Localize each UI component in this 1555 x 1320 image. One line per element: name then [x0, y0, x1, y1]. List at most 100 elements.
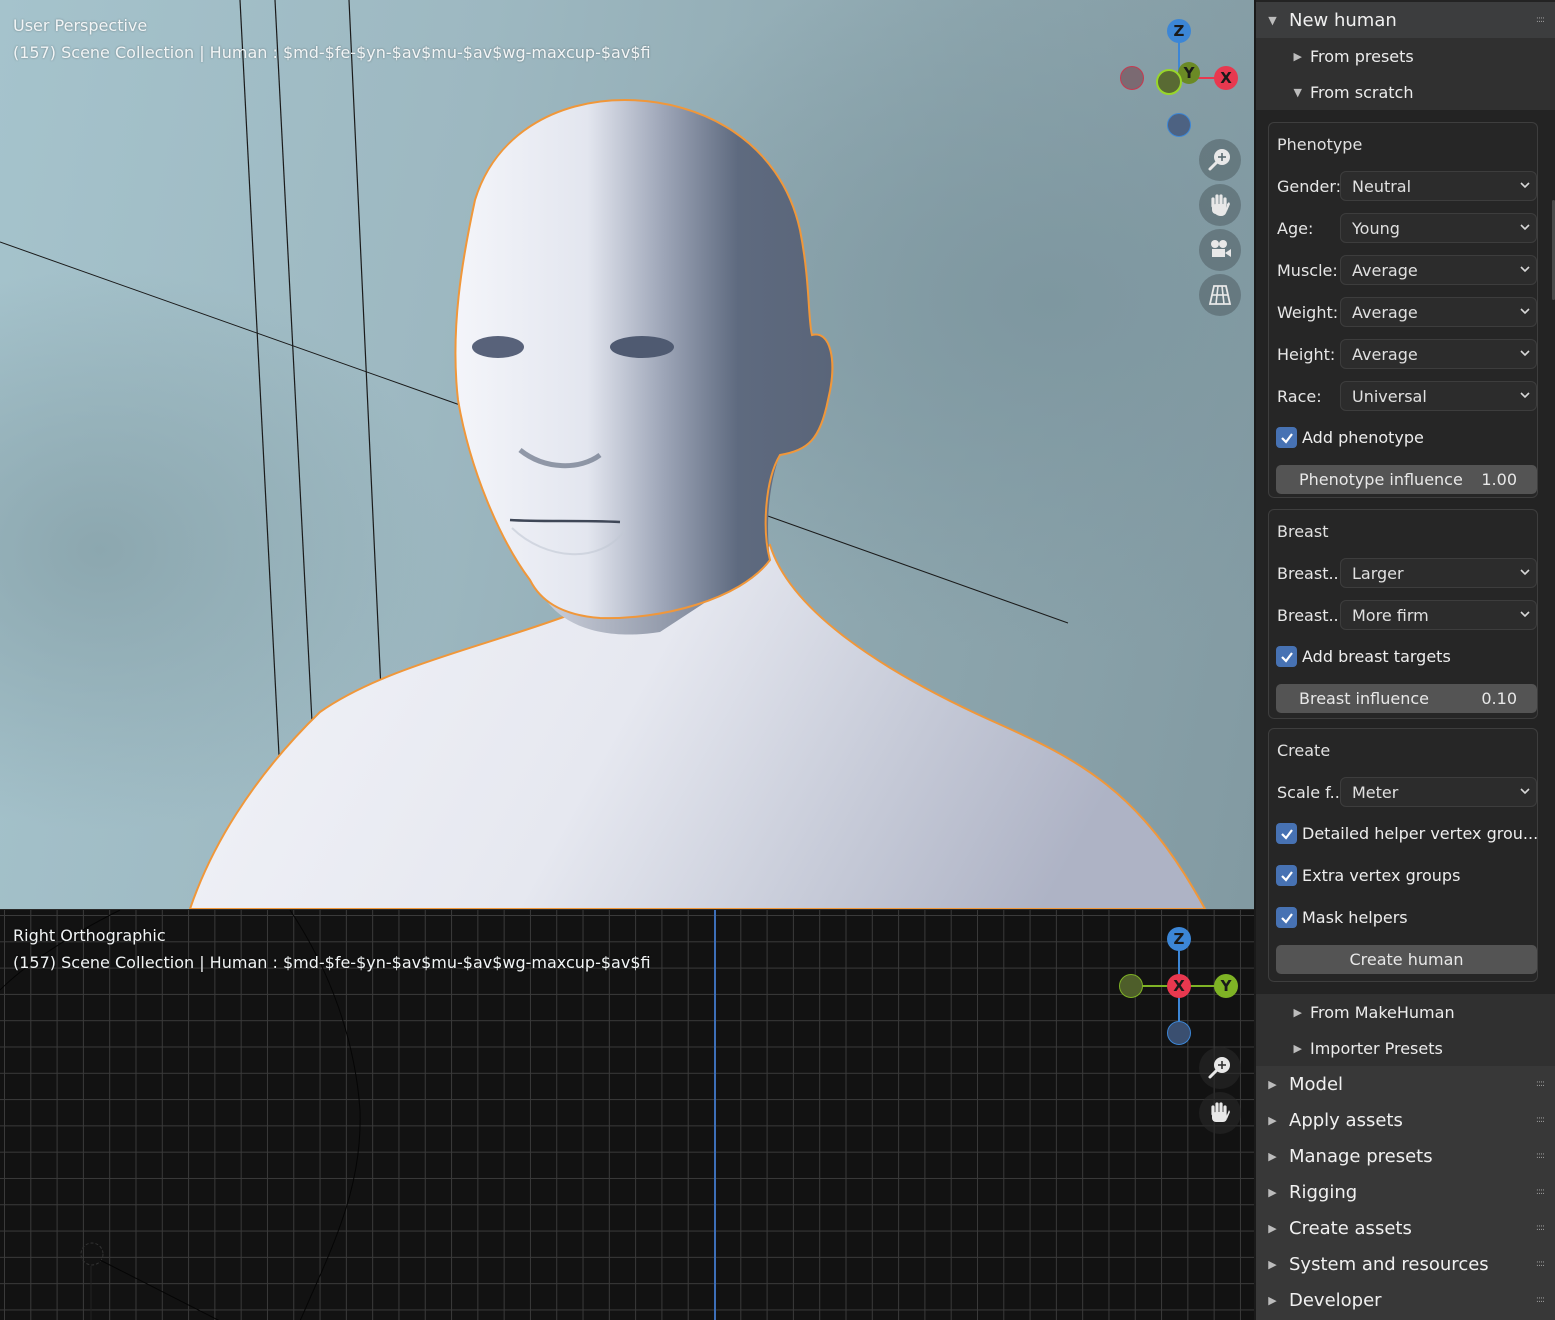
chevron-down-icon: [1520, 788, 1530, 795]
weight-label: Weight:: [1277, 303, 1339, 322]
add-phenotype-checkbox[interactable]: Add phenotype: [1276, 427, 1424, 448]
checkmark-icon[interactable]: [1276, 865, 1297, 886]
gender-label: Gender:: [1277, 177, 1342, 196]
checkmark-icon[interactable]: [1276, 907, 1297, 928]
gizmo-y-ball[interactable]: Y: [1214, 974, 1238, 998]
mouth: [509, 518, 621, 524]
panel-apply-assets[interactable]: ▶ Apply assets ::::: [1256, 1102, 1555, 1138]
pan-button[interactable]: [1199, 184, 1241, 226]
panel-new-human[interactable]: ▼ New human ::::: [1256, 2, 1555, 38]
human-head: [454, 98, 834, 620]
light-object: [80, 1242, 104, 1266]
zoom-icon: [1208, 149, 1230, 171]
race-dropdown[interactable]: Universal: [1340, 381, 1537, 411]
toggle-perspective-button[interactable]: [1199, 274, 1241, 316]
pan-hand-icon: [1211, 194, 1230, 216]
subpanel-from-presets[interactable]: ▶ From presets: [1256, 38, 1555, 74]
height-dropdown[interactable]: Average: [1340, 339, 1537, 369]
panel-rigging[interactable]: ▶ Rigging ::::: [1256, 1174, 1555, 1210]
panel-system-and-resources[interactable]: ▶ System and resources ::::: [1256, 1246, 1555, 1282]
subpanel-title: From presets: [1310, 46, 1414, 66]
left-eye: [472, 336, 524, 358]
slider-label: Breast influence: [1299, 689, 1429, 708]
weight-dropdown[interactable]: Average: [1340, 297, 1537, 327]
age-dropdown[interactable]: Young: [1340, 213, 1537, 243]
chevron-down-icon: [1520, 611, 1530, 618]
checkmark-icon[interactable]: [1276, 646, 1297, 667]
view-name-label: User Perspective: [13, 16, 148, 35]
gizmo-neg-z-ball[interactable]: [1167, 1021, 1191, 1045]
pan-button[interactable]: [1199, 1092, 1241, 1134]
navigation-gizmo[interactable]: Y Z X: [1115, 18, 1245, 143]
dropdown-value: Average: [1352, 302, 1418, 322]
chevron-down-icon: [1520, 266, 1530, 273]
checkmark-icon[interactable]: [1276, 427, 1297, 448]
scale-factor-dropdown[interactable]: Meter: [1340, 777, 1537, 807]
viewport-right-orthographic[interactable]: Right Orthographic (157) Scene Collectio…: [0, 909, 1254, 1320]
detailed-helper-vertex-groups-checkbox[interactable]: Detailed helper vertex grou...: [1276, 823, 1538, 844]
age-label: Age:: [1277, 219, 1314, 238]
pan-hand-icon: [1211, 1102, 1230, 1122]
breast-firmness-dropdown[interactable]: More firm: [1340, 600, 1537, 630]
subpanel-importer-presets[interactable]: ▶ Importer Presets: [1256, 1030, 1555, 1066]
panel-manage-presets[interactable]: ▶ Manage presets ::::: [1256, 1138, 1555, 1174]
gizmo-neg-y-ball[interactable]: [1156, 69, 1182, 95]
panel-model[interactable]: ▶ Model ::::: [1256, 1066, 1555, 1102]
phenotype-influence-slider[interactable]: Phenotype influence 1.00: [1276, 465, 1537, 494]
panel-developer[interactable]: ▶ Developer ::::: [1256, 1282, 1555, 1318]
drag-grip-icon[interactable]: ::::: [1525, 1296, 1555, 1305]
view-name-label: Right Orthographic: [13, 926, 166, 945]
gizmo-z-ball[interactable]: Z: [1167, 927, 1191, 951]
muscle-dropdown[interactable]: Average: [1340, 255, 1537, 285]
object-info-label: (157) Scene Collection | Human : $md-$fe…: [13, 43, 651, 62]
triangle-right-icon: ▶: [1268, 1221, 1277, 1235]
gizmo-neg-z-ball[interactable]: [1167, 113, 1191, 137]
panel-title: New human: [1289, 9, 1397, 31]
drag-grip-icon[interactable]: ::::: [1525, 1260, 1555, 1269]
slider-label: Phenotype influence: [1299, 470, 1463, 489]
drag-grip-icon[interactable]: ::::: [1525, 16, 1555, 25]
subpanel-from-makehuman[interactable]: ▶ From MakeHuman: [1256, 994, 1555, 1030]
dropdown-value: More firm: [1352, 605, 1429, 625]
checkbox-label: Mask helpers: [1302, 908, 1408, 927]
viewport-user-perspective[interactable]: User Perspective (157) Scene Collection …: [0, 0, 1254, 909]
breast-size-label: Breast...: [1277, 564, 1344, 583]
gizmo-neg-y-ball[interactable]: [1119, 974, 1143, 998]
create-title: Create: [1277, 741, 1331, 760]
add-breast-targets-checkbox[interactable]: Add breast targets: [1276, 646, 1451, 667]
subpanel-from-scratch[interactable]: ▼ From scratch: [1256, 74, 1555, 110]
triangle-right-icon: ▶: [1293, 1041, 1302, 1055]
race-label: Race:: [1277, 387, 1322, 406]
gizmo-x-ball[interactable]: X: [1167, 974, 1191, 998]
zoom-button[interactable]: [1199, 1047, 1241, 1089]
dropdown-value: Meter: [1352, 782, 1399, 802]
drag-grip-icon[interactable]: ::::: [1525, 1116, 1555, 1125]
breast-size-dropdown[interactable]: Larger: [1340, 558, 1537, 588]
extra-vertex-groups-checkbox[interactable]: Extra vertex groups: [1276, 865, 1460, 886]
triangle-right-icon: ▶: [1268, 1113, 1277, 1127]
gender-dropdown[interactable]: Neutral: [1340, 171, 1537, 201]
drag-grip-icon[interactable]: ::::: [1525, 1080, 1555, 1089]
gizmo-z-ball[interactable]: Z: [1167, 19, 1191, 43]
chevron-down-icon: [1520, 308, 1530, 315]
camera-view-button[interactable]: [1199, 229, 1241, 271]
dropdown-value: Average: [1352, 344, 1418, 364]
panel-title: Manage presets: [1289, 1145, 1433, 1167]
height-label: Height:: [1277, 345, 1336, 364]
create-human-button[interactable]: Create human: [1276, 945, 1537, 974]
drag-grip-icon[interactable]: ::::: [1525, 1188, 1555, 1197]
panel-title: System and resources: [1289, 1253, 1489, 1275]
gizmo-neg-x-ball[interactable]: [1120, 66, 1144, 90]
navigation-gizmo[interactable]: Z X Y: [1115, 926, 1245, 1051]
checkmark-icon[interactable]: [1276, 823, 1297, 844]
checkbox-label: Detailed helper vertex grou...: [1302, 824, 1539, 843]
collapsed-panels: ▶ Model :::: ▶ Apply assets :::: ▶ Manag…: [1256, 1066, 1555, 1320]
panel-create-assets[interactable]: ▶ Create assets ::::: [1256, 1210, 1555, 1246]
zoom-button[interactable]: [1199, 139, 1241, 181]
breast-influence-slider[interactable]: Breast influence 0.10: [1276, 684, 1537, 713]
dropdown-value: Universal: [1352, 386, 1427, 406]
drag-grip-icon[interactable]: ::::: [1525, 1152, 1555, 1161]
gizmo-x-ball[interactable]: X: [1214, 66, 1238, 90]
mask-helpers-checkbox[interactable]: Mask helpers: [1276, 907, 1408, 928]
drag-grip-icon[interactable]: ::::: [1525, 1224, 1555, 1233]
